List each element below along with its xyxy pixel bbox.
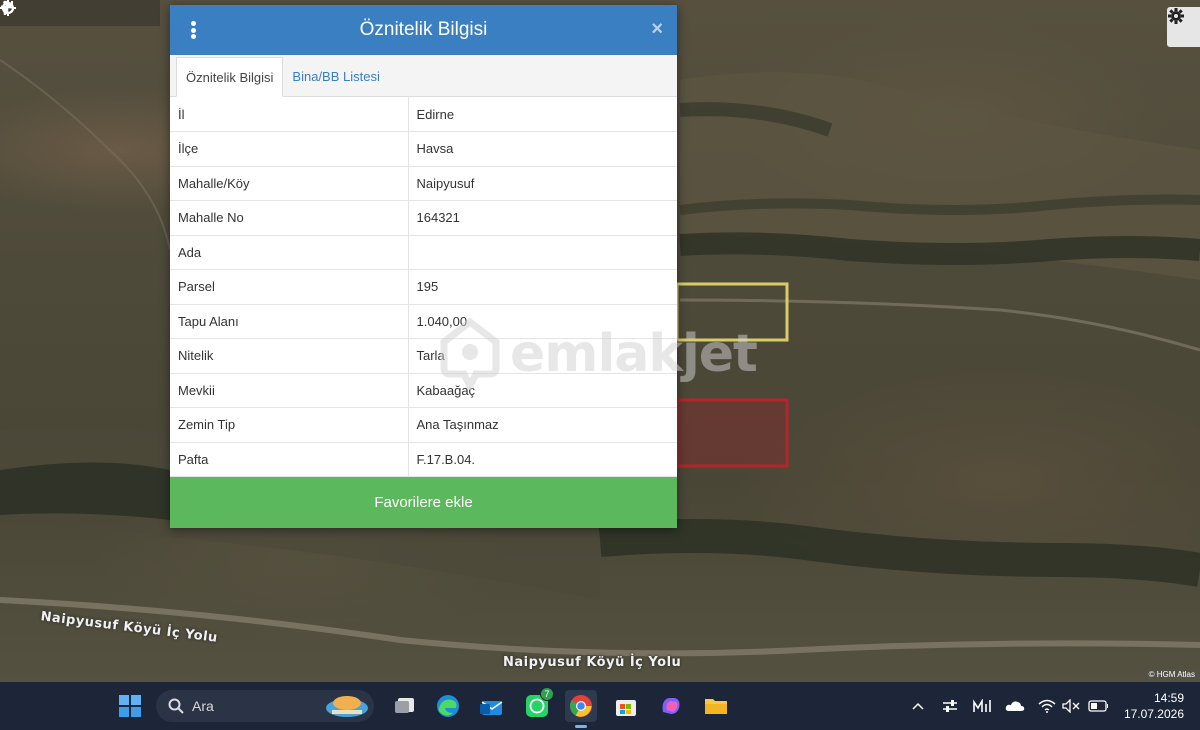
attribute-row: Ada [170, 235, 677, 270]
attribute-row: Mevkii Kabaağaç [170, 373, 677, 408]
attribute-row: Zemin Tip Ana Taşınmaz [170, 407, 677, 443]
attribute-key: Mahalle No [170, 200, 409, 236]
search-placeholder: Ara [192, 698, 214, 714]
attribute-row: Nitelik Tarla [170, 338, 677, 374]
info-icon [3, 0, 7, 15]
search-icon [168, 698, 184, 714]
task-view-icon [395, 698, 414, 713]
wifi-icon [1038, 699, 1056, 713]
kebab-menu-icon [190, 21, 196, 26]
whatsapp-badge: 7 [540, 687, 554, 701]
store-icon [616, 700, 636, 716]
attribute-key: Mahalle/Köy [170, 166, 409, 201]
road-label: Naipyusuf Köyü İç Yolu [503, 655, 682, 670]
refresh-button[interactable] [1, 0, 96, 26]
attribute-table: İl Edirne İlçe Havsa Mahalle/Köy Naipyusuf Mah… [170, 97, 677, 477]
map-attribution: © HGM Atlas [1145, 669, 1198, 680]
windows-logo-icon [119, 695, 141, 717]
tab-attribute-info[interactable]: Öznitelik Bilgisi [176, 57, 284, 97]
attribute-info-dialog: Öznitelik Bilgisi × Öznitelik Bilgisi Bi… [170, 5, 677, 528]
edge-browser-button[interactable] [432, 690, 464, 722]
attribute-row: Tapu Alanı 1.040,00 [170, 304, 677, 339]
clock-date: 17.07.2026 [1123, 707, 1184, 721]
attribute-value: Edirne [408, 97, 677, 132]
attribute-key: Nitelik [170, 338, 409, 374]
taskbar: Ara 7 14:59 17.07.2026 [0, 682, 1200, 730]
task-view-button[interactable] [389, 690, 421, 722]
taskbar-search[interactable]: Ara [156, 690, 374, 722]
volume-muted-icon [1062, 699, 1080, 713]
cloud-icon [1005, 701, 1025, 711]
copilot-icon [662, 698, 680, 714]
dialog-menu-button[interactable] [186, 19, 200, 41]
gear-icon [1168, 8, 1184, 24]
chevron-up-icon [912, 702, 924, 710]
attribute-key: Pafta [170, 442, 409, 477]
folder-icon [705, 699, 727, 714]
attribute-value: F.17.B.04. [408, 442, 677, 477]
attribute-key: Tapu Alanı [170, 304, 409, 339]
settings-button[interactable] [1167, 7, 1200, 47]
tab-building-list[interactable]: Bina/BB Listesi [283, 56, 388, 96]
parcel-boundary-yellow [675, 282, 789, 342]
system-clock[interactable]: 14:59 17.07.2026 [1124, 690, 1184, 722]
attribute-row: Mahalle/Köy Naipyusuf [170, 166, 677, 201]
chrome-icon [570, 695, 592, 717]
dialog-header: Öznitelik Bilgisi × [170, 5, 677, 55]
volume-button[interactable] [1061, 696, 1081, 716]
attribute-value: 195 [408, 269, 677, 305]
outlook-button[interactable] [476, 690, 508, 722]
attribute-value: Ana Taşınmaz [408, 407, 677, 443]
start-button[interactable] [114, 690, 146, 722]
dialog-title: Öznitelik Bilgisi [359, 19, 488, 40]
attribute-key: Mevkii [170, 373, 409, 408]
microsoft-store-button[interactable] [610, 690, 642, 722]
edge-icon [437, 695, 459, 717]
mail-icon [480, 701, 503, 715]
add-to-favorites-button[interactable]: Favorilere ekle [170, 477, 677, 528]
attribute-value [408, 235, 677, 270]
show-hidden-icons-button[interactable] [908, 696, 928, 716]
attribute-key: İl [170, 97, 409, 132]
attribute-value: Tarla [408, 338, 677, 374]
attribute-key: İlçe [170, 131, 409, 167]
battery-button[interactable] [1088, 696, 1108, 716]
search-highlight-icon [326, 696, 368, 717]
attribute-key: Ada [170, 235, 409, 270]
tray-app-button[interactable] [940, 696, 960, 716]
attribute-key: Parsel [170, 269, 409, 305]
attribute-value: Naipyusuf [408, 166, 677, 201]
parcel-boundary-red [675, 398, 789, 468]
activity-monitor-icon [973, 699, 991, 712]
attribute-row: Pafta F.17.B.04. [170, 442, 677, 477]
attribute-key: Zemin Tip [170, 407, 409, 443]
close-button[interactable]: × [651, 18, 663, 41]
zoom-out-button[interactable] [1, 0, 64, 26]
attribute-value: Havsa [408, 131, 677, 167]
active-app-indicator [575, 725, 587, 728]
info-button[interactable] [3, 0, 160, 26]
dialog-tabs: Öznitelik Bilgisi Bina/BB Listesi [170, 55, 677, 97]
whatsapp-button[interactable]: 7 [521, 687, 554, 722]
sliders-icon [943, 700, 957, 712]
file-explorer-button[interactable] [700, 690, 732, 722]
chrome-button[interactable] [565, 690, 597, 728]
attribute-row: Parsel 195 [170, 269, 677, 305]
map-toolbar [0, 0, 160, 26]
clock-time: 14:59 [1153, 691, 1184, 705]
copilot-button[interactable] [655, 690, 687, 722]
attribute-row: İl Edirne [170, 97, 677, 132]
attribute-value: 164321 [408, 200, 677, 236]
battery-icon [1088, 700, 1108, 712]
locate-button[interactable] [0, 0, 128, 26]
wifi-button[interactable] [1037, 696, 1057, 716]
attribute-row: İlçe Havsa [170, 131, 677, 167]
tray-monitor-button[interactable] [972, 696, 992, 716]
attribute-row: Mahalle No 164321 [170, 200, 677, 236]
attribute-value: 1.040,00 [408, 304, 677, 339]
attribute-value: Kabaağaç [408, 373, 677, 408]
onedrive-button[interactable] [1005, 696, 1025, 716]
